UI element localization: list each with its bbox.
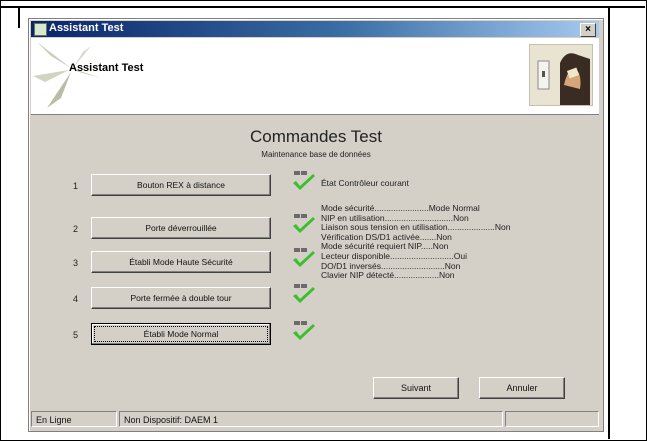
window-title: Assistant Test [49,22,124,34]
main-title: Commandes Test [250,127,382,146]
check-icon [293,284,315,303]
status-mode: En Ligne [31,411,117,427]
cancel-button[interactable]: Annuler [479,377,565,399]
wizard-header: Assistant Test [31,38,599,115]
card-reader-icon [529,44,593,106]
rex-remote-button[interactable]: Bouton REX à distance [91,174,271,196]
check-icon [293,248,315,267]
status-device: Non Dispositif: DAEM 1 [119,411,503,427]
title-bar[interactable]: Assistant Test × [31,21,599,37]
frame-left-divider [18,8,20,28]
row-number: 2 [73,224,79,234]
unlock-door-button[interactable]: Porte déverrouillée [91,217,271,239]
row-number: 3 [73,258,79,268]
row-number: 1 [73,181,79,191]
frame-right-divider [608,8,610,439]
status-bar: En Ligne Non Dispositif: DAEM 1 [31,411,599,429]
row-number: 4 [73,294,79,304]
wizard-window: Assistant Test × Assistant Test Commande… [28,18,604,432]
controller-status-details: Mode sécurité.......................Mode… [321,203,511,281]
normal-mode-button[interactable]: Établi Mode Normal [91,323,271,345]
check-icon [293,321,315,340]
controller-status-label: État Contrôleur courant [321,178,409,188]
app-icon [34,23,47,36]
main-subtitle: Maintenance base de données [261,150,371,159]
header-title: Assistant Test [69,62,144,74]
next-button[interactable]: Suivant [373,377,459,399]
wizard-star-icon [33,42,101,108]
check-icon [293,171,315,190]
high-security-mode-button[interactable]: Établi Mode Haute Sécurité [91,251,271,273]
check-icon [293,214,315,233]
frame-top-border [0,0,645,8]
close-button[interactable]: × [580,23,596,37]
status-extra [505,411,599,427]
double-lock-door-button[interactable]: Porte fermée à double tour [91,287,271,309]
row-number: 5 [73,330,79,340]
